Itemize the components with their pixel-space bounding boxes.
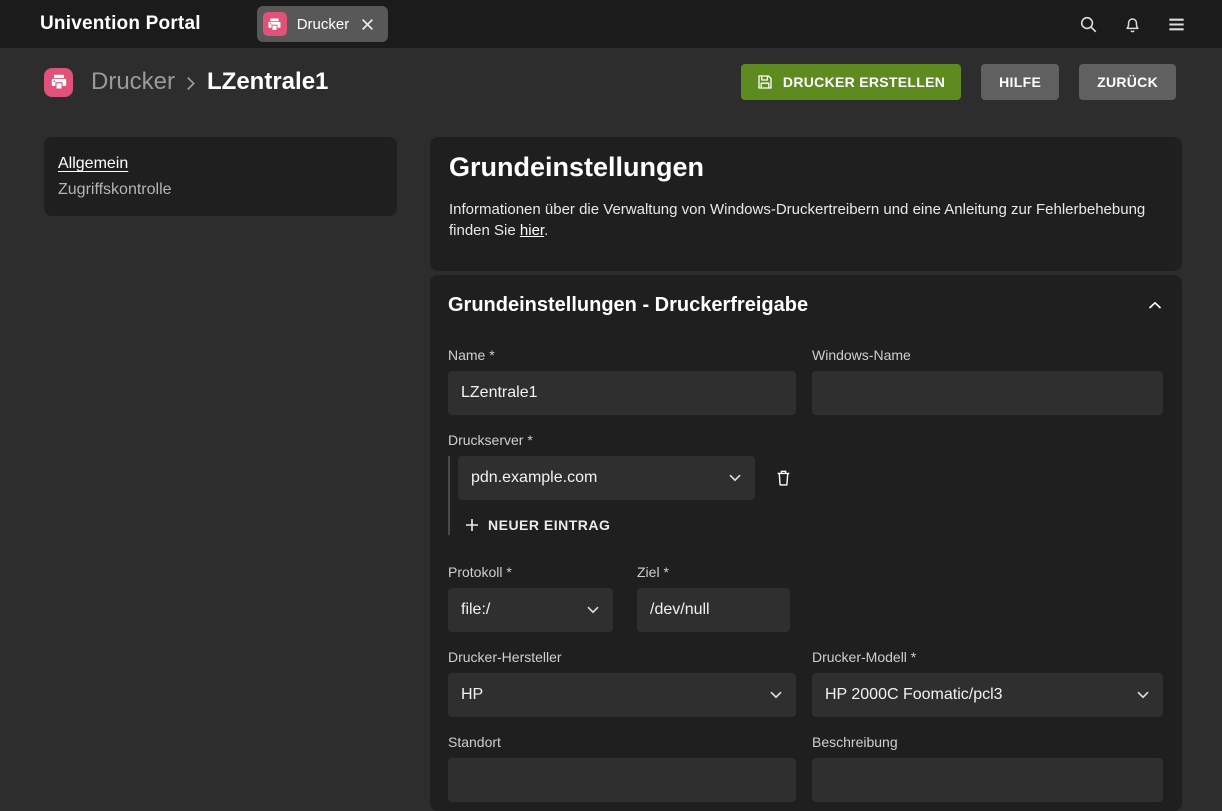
chevron-down-icon [770,691,782,699]
content-area: Allgemein Zugriffskontrolle Grundeinstel… [0,116,1222,811]
druckserver-label: Druckserver * [448,432,796,449]
save-icon [757,74,773,90]
field-beschreibung: Beschreibung [812,734,1163,802]
intro-text: Informationen über die Verwaltung von Wi… [449,199,1163,241]
protokoll-selected-value: file:/ [461,601,490,619]
chevron-up-icon[interactable] [1146,299,1164,312]
form-card: Grundeinstellungen - Druckerfreigabe Nam… [430,275,1182,811]
create-printer-button[interactable]: DRUCKER ERSTELLEN [741,64,961,100]
section-nav: Allgemein Zugriffskontrolle [44,137,397,216]
hersteller-select[interactable]: HP [448,673,796,717]
standort-input[interactable] [448,758,796,802]
help-button[interactable]: HILFE [981,64,1059,100]
section-title: Grundeinstellungen - Druckerfreigabe [448,293,808,317]
printer-icon [44,68,73,97]
section-header: Grundeinstellungen - Druckerfreigabe [448,293,1164,317]
topbar: Univention Portal Drucker [0,0,1222,48]
menu-icon[interactable] [1156,4,1196,44]
druckserver-select[interactable]: pdn.example.com [458,456,755,500]
druckserver-multivalue-group: pdn.example.com [448,456,796,535]
page-header: Drucker LZentrale1 DRUCKER ERSTELLEN HIL… [0,48,1222,116]
protokoll-label: Protokoll * [448,564,613,581]
beschreibung-label: Beschreibung [812,734,1163,751]
breadcrumb-item: LZentrale1 [207,68,328,96]
field-windows-name: Windows-Name [812,347,1163,415]
field-name: Name * [448,347,796,415]
field-modell: Drucker-Modell * HP 2000C Foomatic/pcl3 [812,649,1163,717]
chevron-right-icon [186,74,196,91]
form-row-protokoll-ziel: Protokoll * file:/ Ziel * [448,564,1164,632]
hersteller-label: Drucker-Hersteller [448,649,796,666]
modell-selected-value: HP 2000C Foomatic/pcl3 [825,686,1003,704]
chevron-down-icon [1137,691,1149,699]
search-icon[interactable] [1068,4,1108,44]
field-protokoll: Protokoll * file:/ [448,564,613,632]
app-title: Univention Portal [40,13,201,35]
close-icon[interactable] [359,16,376,33]
breadcrumb-module[interactable]: Drucker [91,68,175,96]
main-column: Grundeinstellungen Informationen über di… [430,137,1182,811]
beschreibung-input[interactable] [812,758,1163,802]
form-row-standort-beschreibung: Standort Beschreibung [448,734,1164,802]
modell-select[interactable]: HP 2000C Foomatic/pcl3 [812,673,1163,717]
trash-icon[interactable] [773,467,794,489]
create-printer-label: DRUCKER ERSTELLEN [783,74,945,90]
field-ziel: Ziel * [637,564,790,632]
hersteller-selected-value: HP [461,686,483,704]
intro-text-after: . [544,222,548,239]
modell-label: Drucker-Modell * [812,649,1163,666]
windows-name-label: Windows-Name [812,347,1163,364]
form-row-hersteller-modell: Drucker-Hersteller HP Drucker-Modell * H… [448,649,1164,717]
page-title: Grundeinstellungen [449,151,1163,184]
windows-name-input[interactable] [812,371,1163,415]
back-button[interactable]: ZURÜCK [1079,64,1176,100]
add-entry-label: NEUER EINTRAG [488,517,610,533]
add-entry-button[interactable]: NEUER EINTRAG [458,515,610,535]
form-row-druckserver: Druckserver * pdn.example.com [448,432,1164,535]
name-label: Name * [448,347,796,364]
form-row-name: Name * Windows-Name [448,347,1164,415]
tab-drucker[interactable]: Drucker [257,6,389,42]
field-standort: Standort [448,734,796,802]
name-input[interactable] [448,371,796,415]
intro-text-before: Informationen über die Verwaltung von Wi… [449,201,1145,239]
bell-icon[interactable] [1112,4,1152,44]
standort-label: Standort [448,734,796,751]
druckserver-selected-value: pdn.example.com [471,469,597,487]
ziel-label: Ziel * [637,564,790,581]
tab-label: Drucker [297,16,350,33]
hier-link[interactable]: hier [520,222,544,239]
plus-icon [465,518,479,532]
sidebar-item-allgemein[interactable]: Allgemein [58,151,128,177]
druckserver-entry: pdn.example.com [458,456,796,500]
printer-icon [263,12,287,36]
sidebar-item-zugriffskontrolle[interactable]: Zugriffskontrolle [58,177,172,203]
protokoll-select[interactable]: file:/ [448,588,613,632]
chevron-down-icon [587,606,599,614]
protokoll-ziel-wrap: Protokoll * file:/ Ziel * [448,564,796,632]
chevron-down-icon [729,474,741,482]
intro-card: Grundeinstellungen Informationen über di… [430,137,1182,271]
field-druckserver: Druckserver * pdn.example.com [448,432,796,535]
ziel-input[interactable] [637,588,790,632]
field-hersteller: Drucker-Hersteller HP [448,649,796,717]
